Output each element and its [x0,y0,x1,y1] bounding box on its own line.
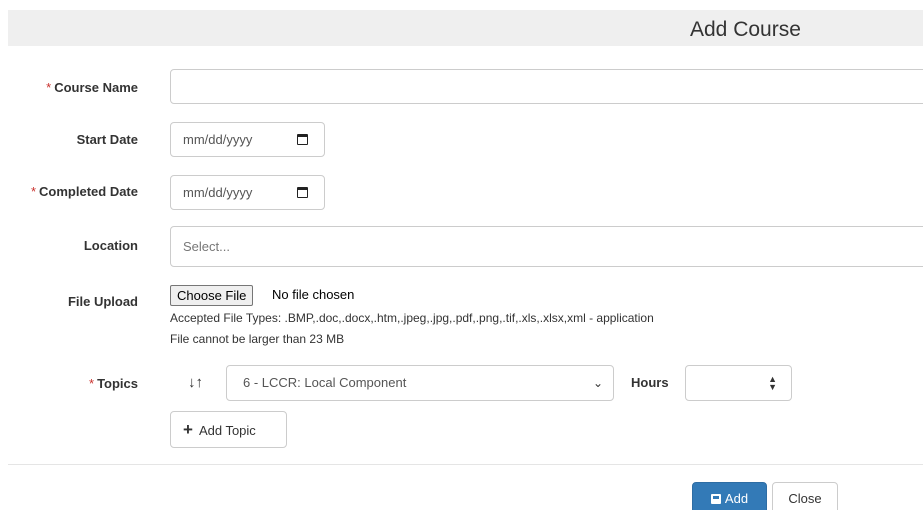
location-placeholder: Select... [183,239,230,254]
add-button[interactable]: Add [692,482,767,510]
calendar-icon[interactable] [297,187,308,198]
topic-select[interactable]: 6 - LCCR: Local Component ⌄ [226,365,614,401]
calendar-icon[interactable] [297,134,308,145]
chevron-down-icon: ⌄ [592,376,603,390]
add-topic-button[interactable]: + Add Topic [170,411,287,448]
required-marker: * [30,184,37,199]
accepted-file-types: Accepted File Types: .BMP,.doc,.docx,.ht… [170,311,654,325]
file-status: No file chosen [272,287,355,302]
file-size-limit: File cannot be larger than 23 MB [170,332,345,346]
completed-date-placeholder: mm/dd/yyyy [183,185,253,200]
topics-label: * Topics [89,376,138,391]
footer-divider [8,464,923,465]
sort-icon[interactable]: ↓↑ [188,374,203,391]
plus-icon: + [183,420,193,439]
start-date-input[interactable]: mm/dd/yyyy [170,122,325,157]
start-date-label: Start Date [76,132,138,147]
file-upload-label: File Upload [67,294,138,309]
start-date-placeholder: mm/dd/yyyy [183,132,253,147]
choose-file-button[interactable]: Choose File [170,285,254,306]
completed-date-input[interactable]: mm/dd/yyyy [170,175,325,210]
hours-input[interactable]: ▲ ▼ [685,365,792,401]
required-marker: * [89,376,95,391]
spinner-icon[interactable]: ▲ ▼ [768,375,777,392]
completed-date-label: * Completed Date [30,184,138,199]
location-select[interactable]: Select... [170,226,923,267]
modal-title: Add Course [690,18,801,41]
required-marker: * [46,80,52,95]
location-label: Location [83,238,138,253]
course-name-label: * Course Name [46,80,138,95]
save-icon [710,494,721,504]
course-name-input[interactable] [170,69,923,104]
close-button[interactable]: Close [772,482,838,510]
topic-selected-value: 6 - LCCR: Local Component [243,375,407,390]
hours-label: Hours [631,375,669,390]
